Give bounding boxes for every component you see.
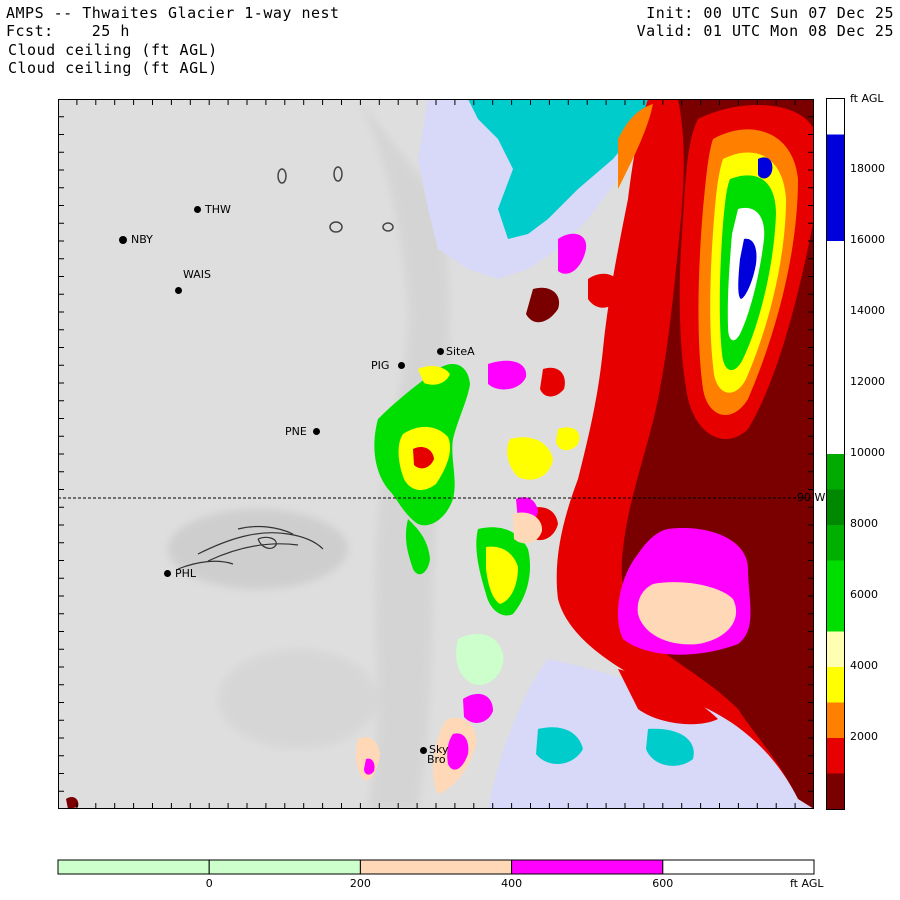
colorbar-bin [827, 134, 844, 241]
cloud-ceiling-map [58, 99, 814, 809]
field-name-2: Cloud ceiling (ft AGL) [8, 59, 218, 77]
forecast-value: 25 h [91, 22, 130, 40]
colorbar-bin [359, 859, 513, 875]
colorbar-tick-label: 400 [501, 877, 523, 890]
colorbar-bin [208, 859, 361, 875]
colorbar-tick-label: 4000 [850, 659, 878, 672]
colorbar-tick-label: 14000 [850, 304, 885, 317]
colorbar-tick-label: 0 [205, 877, 213, 890]
colorbar-bin [827, 702, 844, 738]
right-colorbar [826, 98, 845, 810]
colorbar-bin [827, 525, 844, 561]
colorbar-tick-label: 6000 [850, 588, 878, 601]
colorbar-tick-label: 18000 [850, 162, 885, 175]
colorbar-tick-label: 8000 [850, 517, 878, 530]
colorbar-bin [827, 738, 844, 774]
colorbar-bin [827, 631, 844, 667]
forecast-label: Fcst: [6, 22, 54, 40]
colorbar-tick-label: 2000 [850, 730, 878, 743]
colorbar-bin [511, 859, 664, 875]
colorbar-bin [827, 241, 844, 454]
colorbar-bin [662, 859, 815, 875]
colorbar-bin [827, 560, 844, 632]
colorbar-bin [827, 667, 844, 703]
colorbar-bin [827, 454, 844, 490]
valid-time: Valid: 01 UTC Mon 08 Dec 25 [636, 22, 894, 40]
bottom-colorbar-unit: ft AGL [790, 877, 824, 890]
colorbar-tick-label: 600 [652, 877, 674, 890]
colorbar-tick-label: 16000 [850, 233, 885, 246]
map-title: AMPS -- Thwaites Glacier 1-way nest [6, 4, 340, 22]
init-time: Init: 00 UTC Sun 07 Dec 25 [646, 4, 894, 22]
colorbar-tick-label: 200 [349, 877, 371, 890]
right-colorbar-unit: ft AGL [850, 92, 884, 105]
colorbar-tick-label: 12000 [850, 375, 885, 388]
colorbar-bin [827, 773, 844, 809]
forecast-hour: Fcst: 25 h [6, 22, 130, 40]
bottom-colorbar [57, 859, 815, 875]
colorbar-bin [827, 99, 844, 135]
colorbar-bin [57, 859, 210, 875]
field-name-1: Cloud ceiling (ft AGL) [8, 41, 218, 59]
colorbar-tick-label: 10000 [850, 446, 885, 459]
colorbar-bin [827, 489, 844, 525]
